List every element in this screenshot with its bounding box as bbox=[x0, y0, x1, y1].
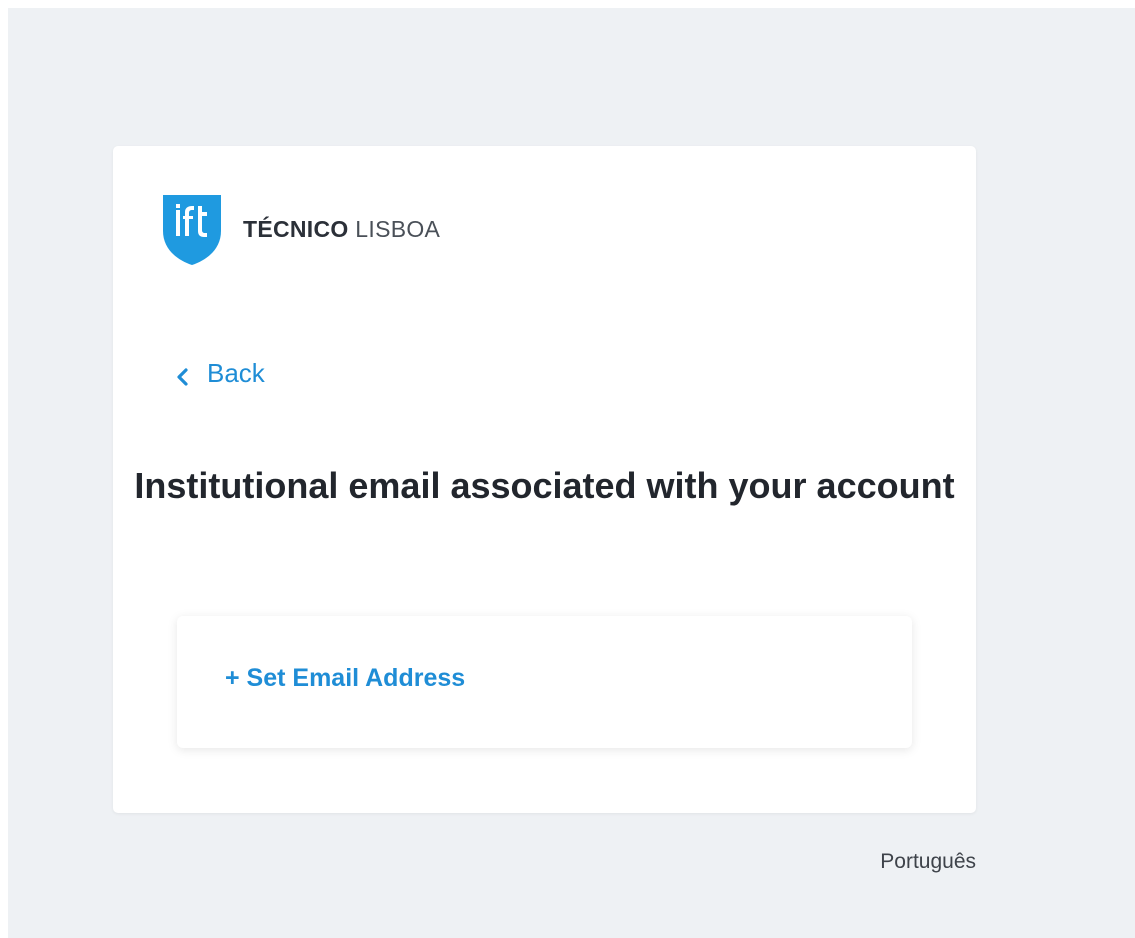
main-card: TÉCNICO LISBOA Back Institutional email … bbox=[113, 146, 976, 813]
set-email-address-button[interactable]: + Set Email Address bbox=[225, 664, 465, 693]
ist-shield-logo-icon bbox=[161, 193, 223, 267]
language-switch-link[interactable]: Português bbox=[880, 850, 976, 874]
brand-name-light: LISBOA bbox=[348, 215, 441, 242]
brand-name-bold: TÉCNICO bbox=[243, 215, 349, 242]
back-link[interactable]: Back bbox=[173, 355, 265, 391]
email-panel: + Set Email Address bbox=[177, 616, 912, 748]
page-title: Institutional email associated with your… bbox=[134, 465, 955, 506]
brand-name: TÉCNICO LISBOA bbox=[243, 216, 440, 243]
chevron-left-icon bbox=[173, 363, 193, 386]
brand-logo[interactable]: TÉCNICO LISBOA bbox=[161, 193, 440, 267]
back-label: Back bbox=[207, 357, 265, 388]
